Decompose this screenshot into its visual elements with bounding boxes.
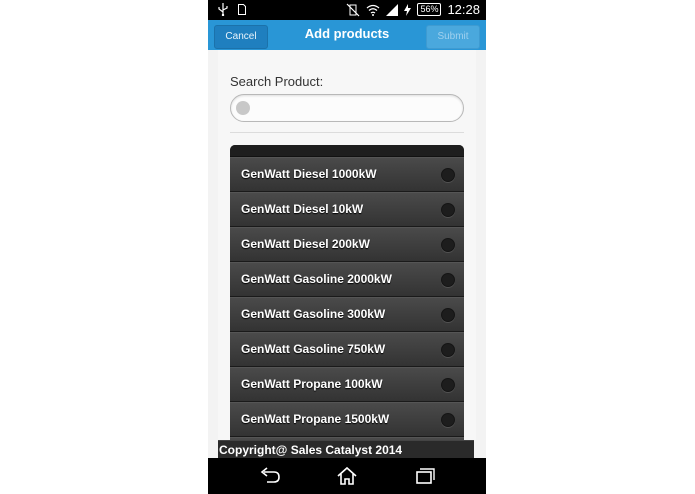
radio-button[interactable]: [441, 203, 455, 217]
phone-screen: 56% 12:28 Cancel Add products Submit Sea…: [208, 0, 486, 494]
product-item[interactable]: GenWatt Gasoline 750kW: [230, 332, 464, 367]
cancel-button[interactable]: Cancel: [214, 25, 268, 49]
charging-icon: [404, 3, 412, 16]
copyright-text: Copyright@ Sales Catalyst 2014: [219, 443, 403, 457]
page-title: Add products: [304, 26, 390, 41]
radio-button[interactable]: [441, 343, 455, 357]
status-bar-right: 56% 12:28: [346, 2, 480, 17]
back-icon[interactable]: [258, 466, 282, 486]
product-label: GenWatt Propane 100kW: [241, 377, 383, 391]
product-label: GenWatt Gasoline 2000kW: [241, 272, 392, 286]
product-item[interactable]: GenWatt Gasoline 300kW: [230, 297, 464, 332]
product-item[interactable]: GenWatt Propane 1500kW: [230, 402, 464, 437]
signal-icon: [386, 3, 399, 16]
radio-button[interactable]: [441, 273, 455, 287]
sim-icon: [238, 4, 246, 15]
header-bar: Cancel Add products Submit: [208, 20, 486, 50]
product-label: GenWatt Propane 1500kW: [241, 412, 390, 426]
radio-button[interactable]: [441, 308, 455, 322]
list-header: [230, 145, 464, 157]
product-list: GenWatt Diesel 1000kW GenWatt Diesel 10k…: [230, 145, 464, 445]
home-icon[interactable]: [335, 466, 359, 486]
status-bar: 56% 12:28: [208, 0, 486, 20]
product-label: GenWatt Gasoline 300kW: [241, 307, 386, 321]
usb-icon: [218, 3, 228, 16]
status-bar-left: [218, 3, 246, 16]
footer: Copyright@ Sales Catalyst 2014: [218, 440, 474, 459]
content-area: Search Product: GenWatt Diesel 1000kW Ge…: [218, 50, 476, 445]
submit-button[interactable]: Submit: [426, 25, 480, 49]
product-item[interactable]: GenWatt Diesel 1000kW: [230, 157, 464, 192]
radio-button[interactable]: [441, 238, 455, 252]
search-label: Search Product:: [230, 74, 324, 89]
search-icon: [236, 101, 250, 115]
product-label: GenWatt Diesel 10kW: [241, 202, 364, 216]
divider: [230, 132, 464, 133]
wifi-icon: [366, 4, 380, 16]
product-label: GenWatt Diesel 200kW: [241, 237, 370, 251]
radio-button[interactable]: [441, 168, 455, 182]
product-label: GenWatt Gasoline 750kW: [241, 342, 386, 356]
product-item[interactable]: GenWatt Diesel 200kW: [230, 227, 464, 262]
clock: 12:28: [447, 2, 480, 17]
navigation-bar: [208, 458, 486, 494]
radio-button[interactable]: [441, 413, 455, 427]
product-label: GenWatt Diesel 1000kW: [241, 167, 377, 181]
product-item[interactable]: GenWatt Propane 100kW: [230, 367, 464, 402]
product-item[interactable]: GenWatt Gasoline 2000kW: [230, 262, 464, 297]
recent-apps-icon[interactable]: [412, 466, 436, 486]
search-input[interactable]: [230, 94, 464, 122]
product-item[interactable]: GenWatt Diesel 10kW: [230, 192, 464, 227]
battery-level: 56%: [417, 3, 442, 16]
vibrate-off-icon: [346, 3, 360, 17]
radio-button[interactable]: [441, 378, 455, 392]
